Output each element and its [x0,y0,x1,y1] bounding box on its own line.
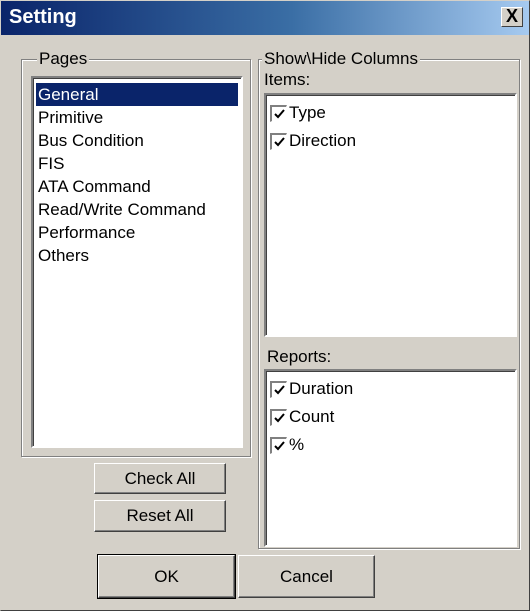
items-listbox[interactable]: Type Direction [264,93,517,337]
page-item-performance[interactable]: Performance [36,221,238,244]
reset-all-button[interactable]: Reset All [94,500,226,532]
pages-listbox[interactable]: General Primitive Bus Condition FIS ATA Comm… [31,76,243,448]
page-item-others[interactable]: Others [36,244,238,267]
page-item-bus-condition[interactable]: Bus Condition [36,129,238,152]
checkbox-icon[interactable] [270,380,287,398]
item-check-direction[interactable]: Direction [270,128,356,154]
report-check-percent[interactable]: % [270,432,304,458]
reports-label: Reports: [267,347,332,366]
check-all-button[interactable]: Check All [94,463,226,494]
setting-dialog: Setting X Pages General Primitive Bus Cond… [0,0,530,611]
pages-legend: Pages [37,49,90,69]
report-check-duration[interactable]: Duration [270,376,353,402]
cancel-button[interactable]: Cancel [238,555,375,598]
page-item-primitive[interactable]: Primitive [36,106,238,129]
checkbox-icon[interactable] [270,104,287,122]
checkbox-icon[interactable] [270,408,287,426]
page-item-read-write-command[interactable]: Read/Write Command [36,198,238,221]
close-button[interactable]: X [501,7,523,27]
ok-button[interactable]: OK [97,554,236,599]
checkmark-icon [273,412,285,422]
page-item-ata-command[interactable]: ATA Command [36,175,238,198]
columns-legend: Show\Hide Columns [262,49,421,69]
report-check-count[interactable]: Count [270,404,334,430]
page-item-fis[interactable]: FIS [36,152,238,175]
checkbox-icon[interactable] [270,436,287,454]
check-label: Duration [289,379,354,398]
title-bar[interactable]: Setting X [1,1,529,35]
check-label: Direction [289,131,357,150]
checkmark-icon [273,136,285,146]
reports-listbox[interactable]: Duration Count% [264,369,517,547]
check-label: % [289,435,305,454]
check-label: Type [289,103,326,122]
items-label: Items: [264,70,311,89]
item-check-type[interactable]: Type [270,100,326,126]
checkmark-icon [273,384,285,394]
checkbox-icon[interactable] [270,132,287,150]
check-label: Count [289,407,335,426]
window-title: Setting [9,6,77,28]
page-item-general[interactable]: General [36,83,238,106]
checkmark-icon [273,108,285,118]
checkmark-icon [273,440,285,450]
